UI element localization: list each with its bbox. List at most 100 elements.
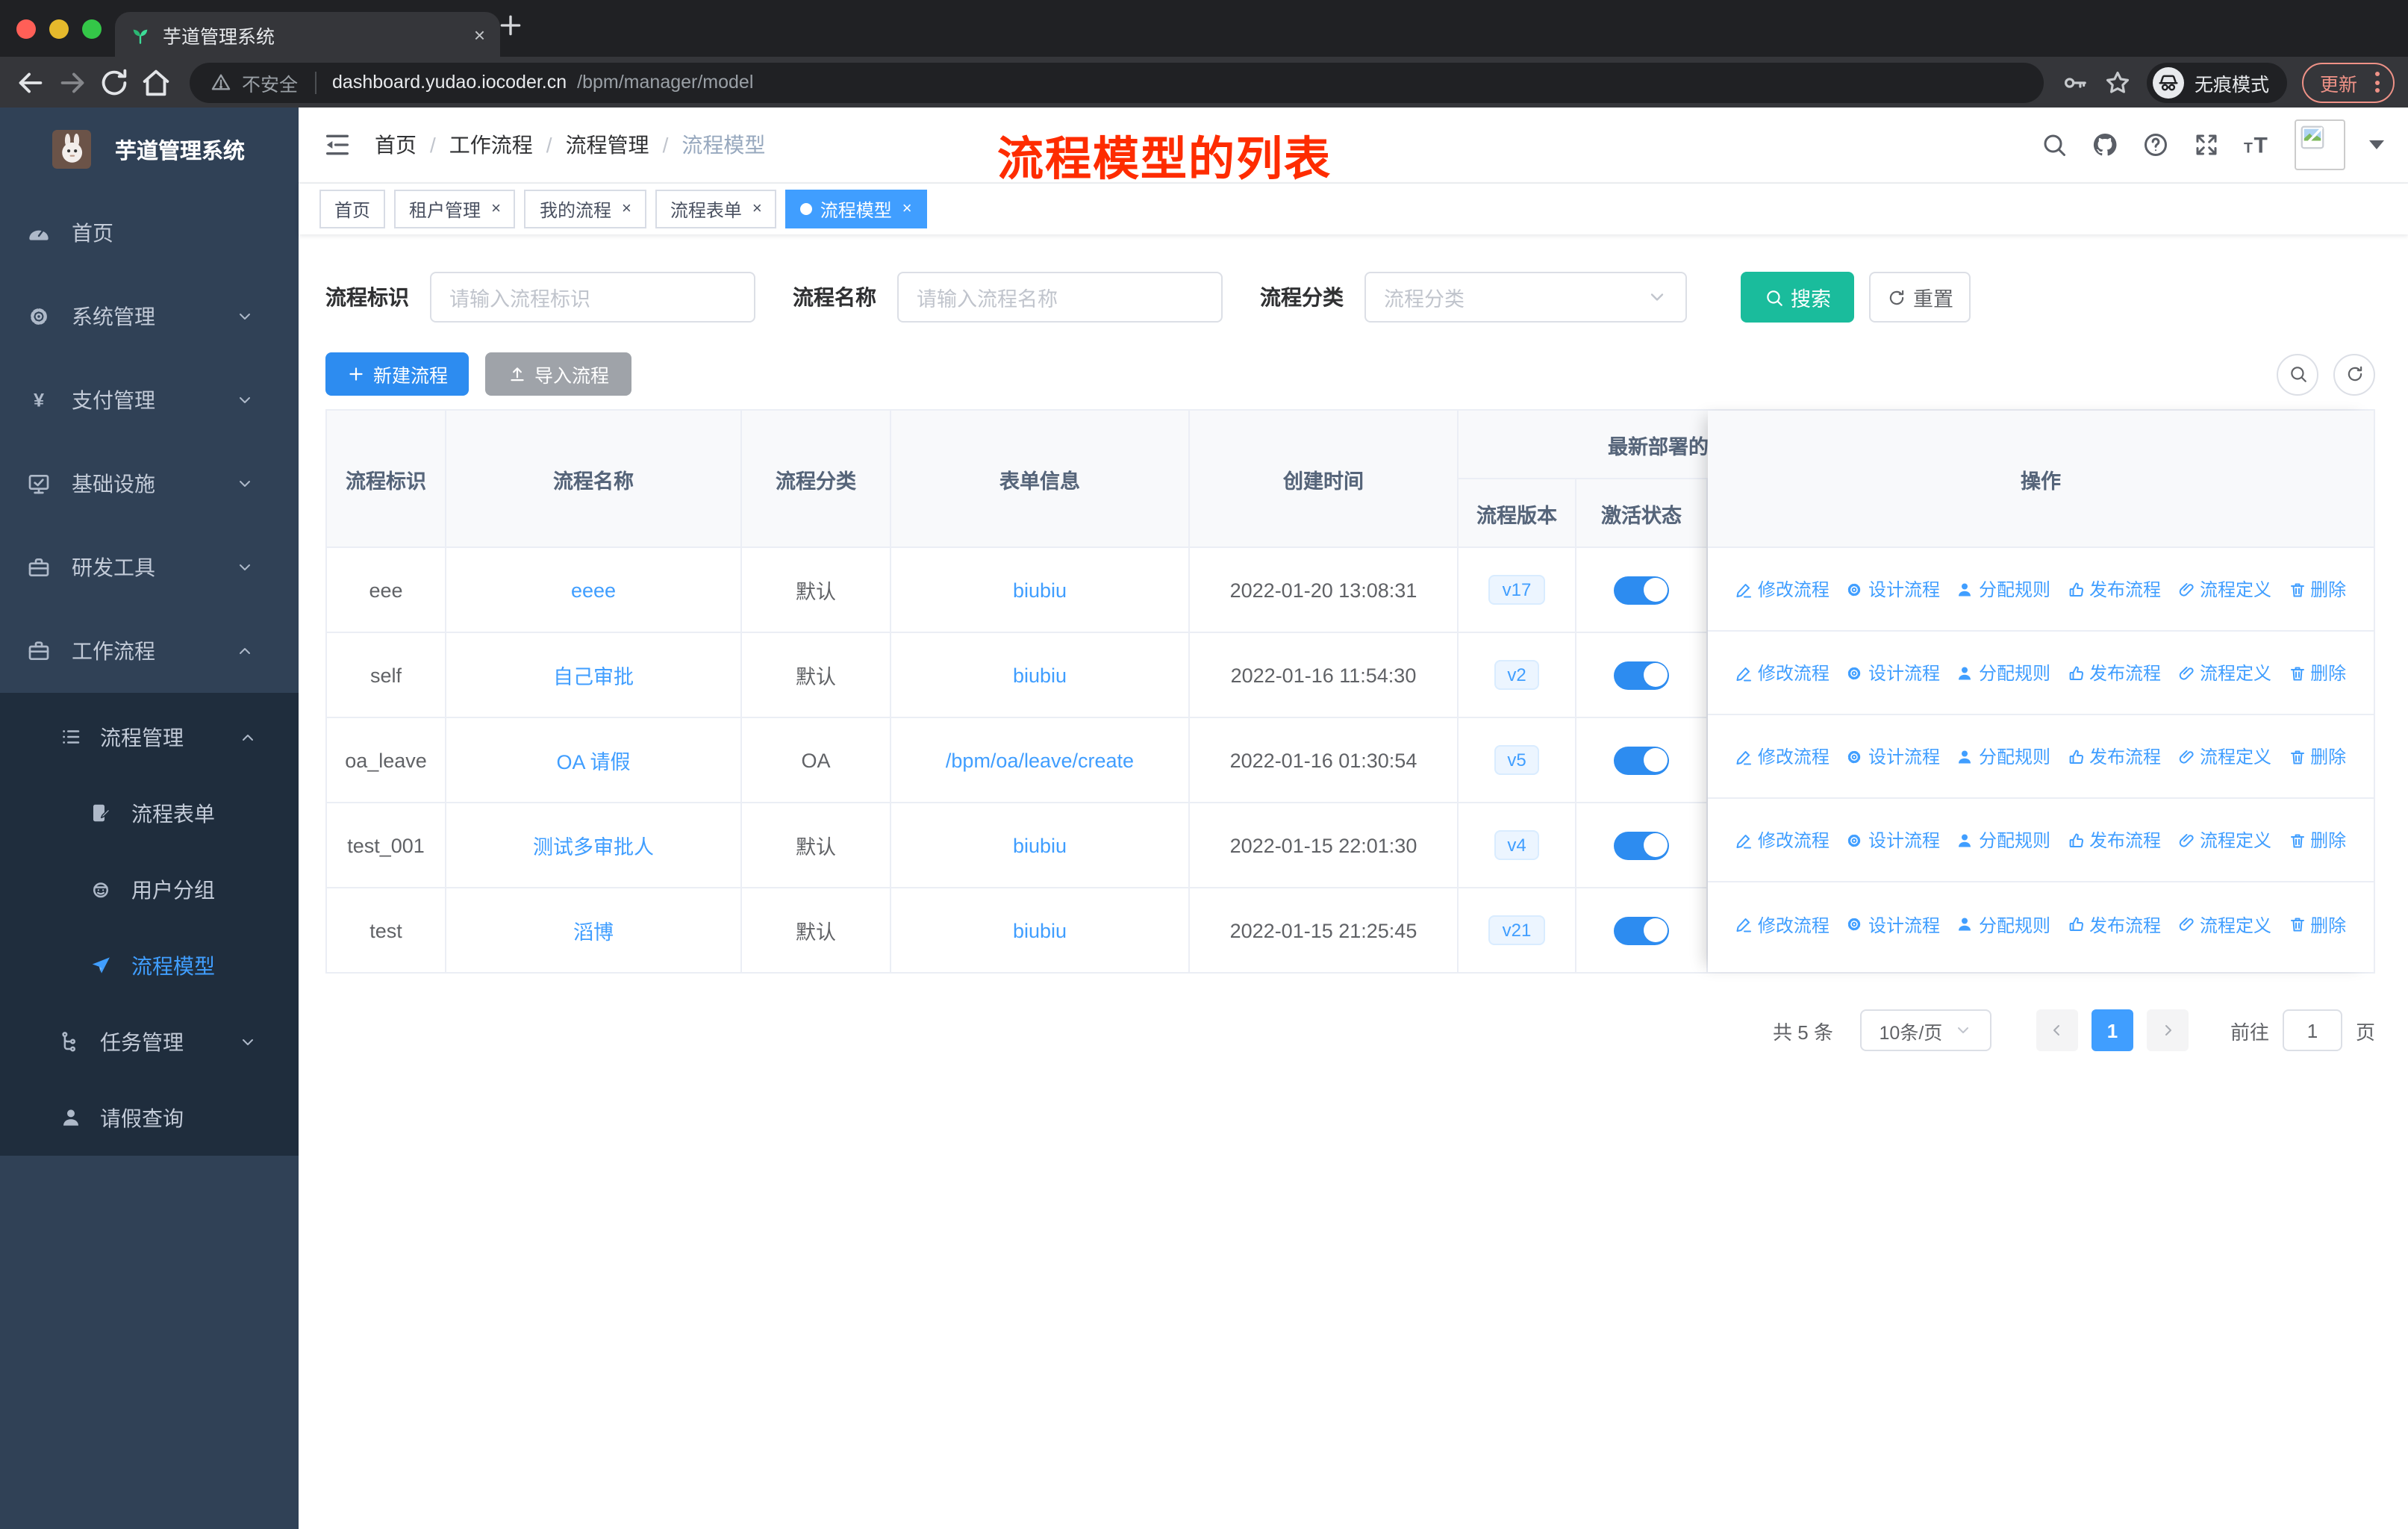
tab-tenant-mgmt[interactable]: 租户管理 × xyxy=(394,190,516,228)
form-info-link[interactable]: biubiu xyxy=(1013,834,1067,856)
sidebar-item-workflow[interactable]: 工作流程 xyxy=(0,609,299,693)
process-category-select[interactable]: 流程分类 xyxy=(1364,272,1687,323)
action-modify-button[interactable]: 修改流程 xyxy=(1735,912,1830,937)
version-badge[interactable]: v2 xyxy=(1494,660,1540,690)
sidebar-item-process-model[interactable]: 流程模型 xyxy=(0,927,299,1003)
version-badge[interactable]: v4 xyxy=(1494,830,1540,860)
next-page-button[interactable] xyxy=(2146,1009,2189,1051)
active-toggle[interactable] xyxy=(1614,916,1669,944)
sidebar-item-devtools[interactable]: 研发工具 xyxy=(0,526,299,609)
tab-close-icon[interactable]: × xyxy=(474,23,485,46)
sidebar-item-system[interactable]: 系统管理 xyxy=(0,275,299,358)
action-design-button[interactable]: 设计流程 xyxy=(1846,744,1940,769)
process-name-link[interactable]: 测试多审批人 xyxy=(533,830,654,860)
avatar[interactable] xyxy=(2295,119,2345,170)
minimize-window-button[interactable] xyxy=(49,19,69,39)
action-delete-button[interactable]: 删除 xyxy=(2288,744,2346,769)
action-definition-button[interactable]: 流程定义 xyxy=(2177,912,2271,937)
process-name-link[interactable]: eeee xyxy=(571,579,616,601)
reload-icon[interactable] xyxy=(97,65,131,99)
active-toggle[interactable] xyxy=(1614,661,1669,689)
back-icon[interactable] xyxy=(13,65,48,99)
action-delete-button[interactable]: 删除 xyxy=(2288,660,2346,685)
home-icon[interactable] xyxy=(139,65,173,99)
process-name-input[interactable]: 请输入流程名称 xyxy=(897,272,1223,323)
close-icon[interactable]: × xyxy=(749,200,762,217)
reset-button[interactable]: 重置 xyxy=(1869,272,1971,323)
form-info-link[interactable]: /bpm/oa/leave/create xyxy=(946,749,1134,771)
sidebar-item-process-form[interactable]: 流程表单 xyxy=(0,775,299,851)
action-definition-button[interactable]: 流程定义 xyxy=(2177,660,2271,685)
process-name-link[interactable]: OA 请假 xyxy=(556,745,630,775)
sidebar-item-home[interactable]: 首页 xyxy=(0,191,299,275)
action-assign-rule-button[interactable]: 分配规则 xyxy=(1956,576,2050,602)
version-badge[interactable]: v17 xyxy=(1488,575,1545,605)
action-definition-button[interactable]: 流程定义 xyxy=(2177,827,2271,853)
close-icon[interactable]: × xyxy=(899,200,912,217)
action-modify-button[interactable]: 修改流程 xyxy=(1735,660,1830,685)
action-design-button[interactable]: 设计流程 xyxy=(1846,827,1940,853)
action-publish-button[interactable]: 发布流程 xyxy=(2067,576,2161,602)
process-id-input[interactable]: 请输入流程标识 xyxy=(430,272,755,323)
action-publish-button[interactable]: 发布流程 xyxy=(2067,660,2161,685)
sidebar-item-process-mgmt[interactable]: 流程管理 xyxy=(0,699,299,775)
version-badge[interactable]: v5 xyxy=(1494,745,1540,775)
create-process-button[interactable]: 新建流程 xyxy=(325,352,469,396)
fullscreen-icon[interactable] xyxy=(2193,131,2220,158)
action-assign-rule-button[interactable]: 分配规则 xyxy=(1956,827,2050,853)
key-icon[interactable] xyxy=(2060,68,2089,96)
close-icon[interactable]: × xyxy=(488,200,501,217)
sidebar-item-infrastructure[interactable]: 基础设施 xyxy=(0,442,299,526)
breadcrumb-item[interactable]: 首页 xyxy=(375,130,417,160)
tab-process-form[interactable]: 流程表单 × xyxy=(655,190,777,228)
forward-icon[interactable] xyxy=(55,65,90,99)
version-badge[interactable]: v21 xyxy=(1488,915,1545,945)
bookmark-star-icon[interactable] xyxy=(2103,68,2132,96)
process-name-link[interactable]: 自己审批 xyxy=(553,660,634,690)
show-search-toggle-button[interactable] xyxy=(2277,353,2318,395)
goto-page-input[interactable]: 1 xyxy=(2282,1009,2342,1051)
action-design-button[interactable]: 设计流程 xyxy=(1846,576,1940,602)
action-definition-button[interactable]: 流程定义 xyxy=(2177,744,2271,769)
font-size-icon[interactable]: TT xyxy=(2244,131,2271,158)
help-icon[interactable] xyxy=(2142,131,2169,158)
action-assign-rule-button[interactable]: 分配规则 xyxy=(1956,660,2050,685)
action-design-button[interactable]: 设计流程 xyxy=(1846,660,1940,685)
breadcrumb-item[interactable]: 流程管理 xyxy=(566,130,649,160)
active-toggle[interactable] xyxy=(1614,746,1669,774)
form-info-link[interactable]: biubiu xyxy=(1013,579,1067,601)
action-modify-button[interactable]: 修改流程 xyxy=(1735,827,1830,853)
github-icon[interactable] xyxy=(2092,131,2118,158)
active-toggle[interactable] xyxy=(1614,576,1669,604)
search-button[interactable]: 搜索 xyxy=(1741,272,1854,323)
tab-my-process[interactable]: 我的流程 × xyxy=(524,190,646,228)
prev-page-button[interactable] xyxy=(2036,1009,2078,1051)
sidebar-item-task-mgmt[interactable]: 任务管理 xyxy=(0,1003,299,1080)
close-window-button[interactable] xyxy=(16,19,36,39)
page-size-select[interactable]: 10条/页 xyxy=(1859,1009,1991,1051)
action-publish-button[interactable]: 发布流程 xyxy=(2067,912,2161,937)
action-definition-button[interactable]: 流程定义 xyxy=(2177,576,2271,602)
action-delete-button[interactable]: 删除 xyxy=(2288,912,2346,937)
active-toggle[interactable] xyxy=(1614,831,1669,859)
process-name-link[interactable]: 滔博 xyxy=(573,915,614,945)
browser-menu-icon[interactable] xyxy=(2369,72,2386,93)
action-modify-button[interactable]: 修改流程 xyxy=(1735,744,1830,769)
action-delete-button[interactable]: 删除 xyxy=(2288,827,2346,853)
update-browser-button[interactable]: 更新 xyxy=(2301,62,2395,102)
import-process-button[interactable]: 导入流程 xyxy=(485,352,631,396)
current-page-button[interactable]: 1 xyxy=(2091,1009,2133,1051)
search-icon[interactable] xyxy=(2041,131,2068,158)
sidebar-item-leave-query[interactable]: 请假查询 xyxy=(0,1080,299,1156)
new-tab-button[interactable] xyxy=(496,10,525,40)
action-delete-button[interactable]: 删除 xyxy=(2288,576,2346,602)
zoom-window-button[interactable] xyxy=(82,19,102,39)
action-modify-button[interactable]: 修改流程 xyxy=(1735,576,1830,602)
action-assign-rule-button[interactable]: 分配规则 xyxy=(1956,744,2050,769)
tab-process-model[interactable]: 流程模型 × xyxy=(785,190,927,228)
breadcrumb-item[interactable]: 工作流程 xyxy=(449,130,533,160)
action-assign-rule-button[interactable]: 分配规则 xyxy=(1956,912,2050,937)
action-publish-button[interactable]: 发布流程 xyxy=(2067,744,2161,769)
chevron-down-icon[interactable] xyxy=(2369,140,2384,149)
action-publish-button[interactable]: 发布流程 xyxy=(2067,827,2161,853)
